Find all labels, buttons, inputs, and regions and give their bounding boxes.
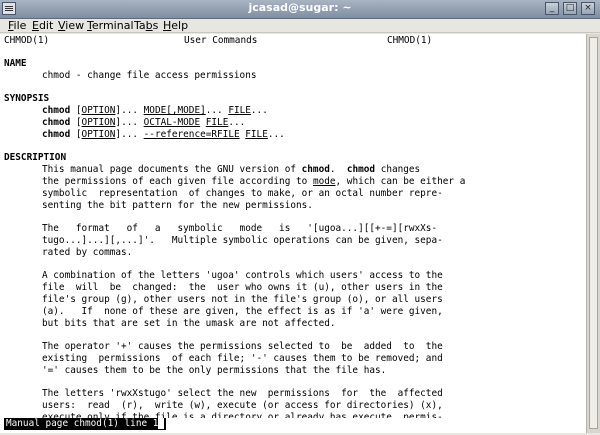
description-line: the permissions of each given file accor… <box>42 176 465 188</box>
description-line: The format of a symbolic mode is '[ugoa.… <box>42 223 438 234</box>
synopsis-option: OPTION <box>81 105 116 116</box>
description-line: senting the bit pattern for the new perm… <box>42 200 313 211</box>
text-span: changes <box>375 164 421 175</box>
description-line: A combination of the letters 'ugoa' cont… <box>42 270 443 281</box>
text-span: This manual page documents the GNU versi… <box>42 164 302 175</box>
description-heading: DESCRIPTION <box>4 152 67 163</box>
description-line: '=' causes them to be the only permissio… <box>42 365 387 376</box>
bold-command: chmod <box>346 164 376 175</box>
description-line: users: read (r), write (w), execute (or … <box>42 400 443 411</box>
menu-view[interactable]: View <box>58 19 84 32</box>
description-line: tugo...]...][,...]'. Multiple symbolic o… <box>42 235 443 246</box>
description-line: (a). If none of these are given, the eff… <box>42 306 443 317</box>
synopsis-file: FILE <box>205 117 229 128</box>
synopsis-file: FILE <box>228 105 251 116</box>
menu-tabs-mnemonic: b <box>145 19 153 32</box>
scrollbar-thumb[interactable] <box>589 37 598 429</box>
underlined-term: mode <box>312 176 336 187</box>
synopsis-line: chmod [OPTION]... --reference=RFILE FILE… <box>42 129 285 141</box>
synopsis-mode: OCTAL-MODE <box>143 117 201 128</box>
text-span: the permissions of each given file accor… <box>42 176 313 187</box>
man-header-center: User Commands <box>184 35 258 46</box>
synopsis-file: FILE <box>245 129 268 140</box>
menu-terminal-rest: erminal <box>91 19 134 32</box>
menu-tabs-rest: s <box>152 19 159 32</box>
synopsis-option: OPTION <box>81 129 116 140</box>
description-line: but bits that are set in the umask are n… <box>42 318 336 329</box>
synopsis-ellipsis: ... <box>267 129 285 140</box>
menu-help[interactable]: Help <box>163 19 188 32</box>
terminal-cursor <box>158 418 165 429</box>
synopsis-heading: SYNOPSIS <box>4 93 50 104</box>
bold-command: chmod <box>301 164 330 175</box>
name-line: chmod - change file access permissions <box>42 70 257 81</box>
vertical-scrollbar[interactable] <box>586 34 600 433</box>
synopsis-line: chmod [OPTION]... MODE[,MODE]... FILE... <box>42 105 268 117</box>
man-header-right: CHMOD(1) <box>387 35 433 46</box>
menu-tabs-pre: Ta <box>134 19 146 32</box>
synopsis-bracket-close: ]... <box>115 117 144 128</box>
menu-help-rest: elp <box>171 19 189 32</box>
menu-bar: File Edit View Terminal Tabs Help <box>0 19 600 33</box>
window-title: jcasad@sugar: ~ <box>248 1 352 14</box>
close-button[interactable]: × <box>581 2 595 15</box>
maximize-button[interactable]: □ <box>563 2 577 15</box>
synopsis-cmd: chmod <box>42 129 71 140</box>
synopsis-ellipsis: ... <box>250 105 268 116</box>
menu-terminal[interactable]: Terminal <box>87 19 134 32</box>
description-line: The letters 'rwxXstugo' select the new p… <box>42 388 443 399</box>
pager-status-text: Manual page chmod(1) line 1 <box>6 418 159 429</box>
synopsis-bracket-close: ]... <box>115 105 144 116</box>
synopsis-ellipsis: ... <box>228 117 246 128</box>
description-line: file will be changed: the user who owns … <box>42 282 443 293</box>
synopsis-mode: --reference=RFILE <box>143 129 240 140</box>
text-span: . <box>329 164 347 175</box>
synopsis-mode: MODE[,MODE] <box>143 105 206 116</box>
synopsis-line: chmod [OPTION]... OCTAL-MODE FILE... <box>42 117 245 129</box>
description-line: symbolic representation of changes to ma… <box>42 188 443 199</box>
menu-edit-rest: dit <box>38 19 54 32</box>
menu-file[interactable]: File <box>8 19 26 32</box>
minimize-button[interactable]: _ <box>545 2 559 15</box>
man-header-left: CHMOD(1) <box>4 35 50 46</box>
terminal-output[interactable]: CHMOD(1) User Commands CHMOD(1) NAME chm… <box>0 34 586 433</box>
menu-file-rest: ile <box>13 19 27 32</box>
synopsis-cmd: chmod <box>42 105 71 116</box>
description-line: The operator '+' causes the permissions … <box>42 341 443 352</box>
synopsis-bracket-close: ]... <box>115 129 144 140</box>
menu-edit[interactable]: Edit <box>32 19 53 32</box>
synopsis-cmd: chmod <box>42 117 71 128</box>
description-line: file's group (g), other users not in the… <box>42 294 443 305</box>
synopsis-sep: ... <box>205 105 229 116</box>
description-line: existing permissions of each file; '-' c… <box>42 353 443 364</box>
menu-edit-mnemonic: E <box>32 19 39 32</box>
menu-view-rest: iew <box>65 19 85 32</box>
terminal-window: jcasad@sugar: ~ _ □ × File Edit View Ter… <box>0 0 600 435</box>
description-line: This manual page documents the GNU versi… <box>42 164 420 176</box>
description-line: rated by commas. <box>42 247 133 258</box>
name-heading: NAME <box>4 58 27 69</box>
title-bar[interactable]: jcasad@sugar: ~ _ □ × <box>0 0 600 19</box>
menu-tabs[interactable]: Tabs <box>134 19 158 32</box>
text-span: , which can be either a <box>335 176 466 187</box>
pager-status-line: Manual page chmod(1) line 1 <box>4 418 167 430</box>
synopsis-option: OPTION <box>81 117 116 128</box>
